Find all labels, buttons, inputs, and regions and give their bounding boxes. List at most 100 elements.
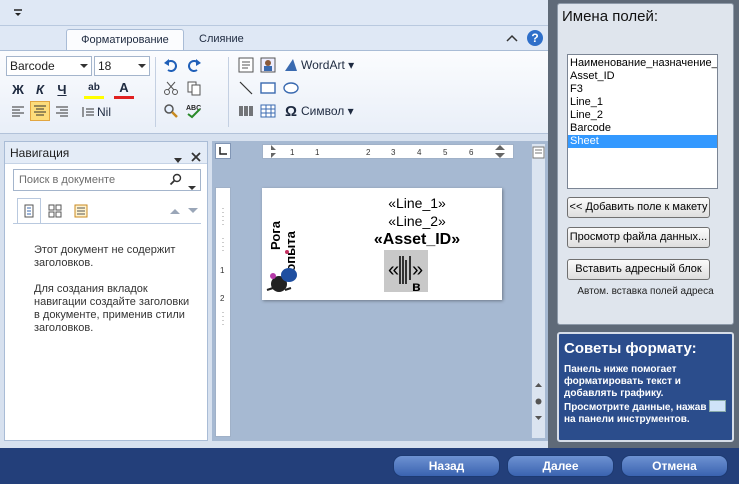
field-names-title: Имена полей:: [562, 8, 659, 25]
next-page-icon[interactable]: [533, 412, 544, 423]
collapse-ribbon-icon[interactable]: [506, 33, 518, 46]
field-names-list[interactable]: Наименование_назначение_ Asset_ID F3 Lin…: [567, 54, 718, 189]
list-item[interactable]: Asset_ID: [568, 70, 717, 83]
align-right-icon[interactable]: [52, 102, 72, 122]
highlight-button[interactable]: ab: [84, 79, 104, 99]
list-item[interactable]: Line_2: [568, 109, 717, 122]
bold-button[interactable]: Ж: [8, 79, 28, 99]
wordart-button[interactable]: WordArt ▾: [301, 55, 354, 75]
ruler-number: 2: [366, 148, 371, 157]
underline-button[interactable]: Ч: [52, 79, 72, 99]
headings-view-icon[interactable]: [17, 198, 41, 223]
vertical-ruler[interactable]: 1 2: [215, 187, 231, 437]
right-panel: Имена полей: Наименование_назначение_ As…: [548, 0, 739, 448]
svg-text:?: ?: [531, 31, 538, 45]
copy-icon[interactable]: [184, 78, 204, 98]
text-box-icon[interactable]: [236, 55, 256, 75]
redo-icon[interactable]: [184, 55, 204, 75]
italic-button[interactable]: К: [30, 79, 50, 99]
nav-view-tabs: [13, 198, 201, 224]
previous-page-icon[interactable]: [533, 380, 544, 391]
cancel-button[interactable]: Отмена: [621, 455, 728, 477]
insert-address-block-button[interactable]: Вставить адресный блок: [567, 259, 710, 280]
table-icon[interactable]: [258, 101, 278, 121]
omega-symbol-icon[interactable]: Ω: [281, 101, 301, 121]
field-names-panel: Имена полей: Наименование_назначение_ As…: [557, 3, 734, 325]
cut-icon[interactable]: [161, 78, 181, 98]
vertical-scrollbar[interactable]: [531, 144, 545, 438]
tips-text-part-1: Панель ниже помогает форматировать текст…: [564, 364, 707, 413]
browse-object-icon[interactable]: [533, 396, 544, 407]
line-icon[interactable]: [236, 78, 256, 98]
label-page[interactable]: Рога копыта «Line_1» «Line_2» «Asset_ID»…: [262, 188, 502, 300]
auto-address-label: Автом. вставка полей адреса: [577, 286, 714, 297]
quick-access-dropdown-icon[interactable]: [11, 4, 25, 20]
tips-title: Советы формату:: [564, 340, 697, 357]
close-icon[interactable]: [191, 147, 201, 169]
nav-message-no-headings: Этот документ не содержит заголовков.: [34, 244, 176, 269]
undo-icon[interactable]: [161, 55, 181, 75]
nav-search-placeholder: Поиск в документе: [19, 174, 116, 186]
font-color-button[interactable]: А: [114, 79, 134, 99]
barcode-field[interactable]: « » в: [384, 250, 428, 294]
add-field-button[interactable]: << Добавить поле к макету: [567, 197, 710, 218]
nav-search-input[interactable]: Поиск в документе: [13, 169, 201, 191]
horizontal-ruler[interactable]: 1 1 2 3 4 5 6: [262, 144, 514, 159]
list-item[interactable]: Line_1: [568, 96, 717, 109]
align-center-icon[interactable]: [30, 101, 50, 121]
help-icon[interactable]: ?: [526, 29, 544, 50]
barcode-icon[interactable]: [236, 101, 256, 121]
view-ruler-icon[interactable]: [532, 146, 545, 159]
tips-text-part-2: на панели инструментов.: [564, 414, 690, 425]
list-item-selected[interactable]: Sheet: [568, 135, 717, 148]
preview-data-icon: [709, 400, 727, 412]
font-size-select[interactable]: 18: [94, 56, 150, 76]
font-name-value: Barcode: [10, 59, 55, 73]
ruler-number: 5: [443, 148, 448, 157]
font-name-select[interactable]: Barcode: [6, 56, 92, 76]
picture-icon[interactable]: [258, 55, 278, 75]
find-icon[interactable]: [161, 101, 181, 121]
tab-formatting[interactable]: Форматирование: [66, 29, 184, 50]
wordart-icon[interactable]: [281, 55, 301, 75]
symbol-button[interactable]: Символ ▾: [301, 101, 354, 121]
ruler-number: 1: [220, 266, 225, 275]
tips-text: Панель ниже помогает форматировать текст…: [559, 364, 732, 426]
search-icon[interactable]: [169, 173, 182, 193]
ribbon-tab-bar: Форматирование Слияние ?: [0, 26, 548, 50]
field-line-2[interactable]: «Line_2»: [332, 213, 502, 229]
ribbon: Barcode 18 Ж К Ч ab А Nil ABC WordArt ▾ …: [0, 50, 548, 134]
chevron-down-icon[interactable]: [188, 178, 196, 198]
format-tips-panel: Советы формату: Панель ниже помогает фор…: [557, 332, 734, 442]
tab-merge[interactable]: Слияние: [190, 29, 253, 50]
ruler-number: 4: [417, 148, 422, 157]
ellipse-icon[interactable]: [281, 78, 301, 98]
tab-selector-icon[interactable]: [215, 143, 231, 159]
preview-data-button[interactable]: Просмотр файла данных...: [567, 227, 710, 248]
list-item[interactable]: Наименование_назначение_: [568, 57, 717, 70]
align-left-icon[interactable]: [8, 102, 28, 122]
ruler-number: 2: [220, 294, 225, 303]
nav-message-instructions: Для создания вкладок навигации создайте …: [34, 283, 190, 334]
nil-dropdown[interactable]: Nil: [97, 102, 111, 122]
rotate-text-icon[interactable]: [78, 102, 98, 122]
svg-text:«: «: [388, 259, 399, 281]
spellcheck-icon[interactable]: ABC: [184, 101, 204, 121]
list-item[interactable]: F3: [568, 83, 717, 96]
results-view-icon[interactable]: [69, 198, 93, 223]
next-button[interactable]: Далее: [507, 455, 614, 477]
field-asset-id[interactable]: «Asset_ID»: [332, 231, 502, 249]
list-item[interactable]: Barcode: [568, 122, 717, 135]
rectangle-icon[interactable]: [258, 78, 278, 98]
back-button[interactable]: Назад: [393, 455, 500, 477]
wordart-label: WordArt: [301, 58, 345, 72]
next-arrow-icon[interactable]: [181, 198, 205, 223]
pages-view-icon[interactable]: [43, 198, 67, 223]
field-line-1[interactable]: «Line_1»: [332, 195, 502, 211]
svg-text:Рога: Рога: [268, 220, 283, 250]
document-area: 1 1 2 3 4 5 6 1 2 Рога копыта «Line_1» «…: [212, 141, 548, 441]
ruler-number: 1: [315, 148, 320, 157]
navigation-title: Навигация: [10, 146, 70, 160]
navigation-pane: Навигация Поиск в документе Этот докумен…: [4, 141, 208, 441]
font-size-value: 18: [98, 59, 112, 73]
